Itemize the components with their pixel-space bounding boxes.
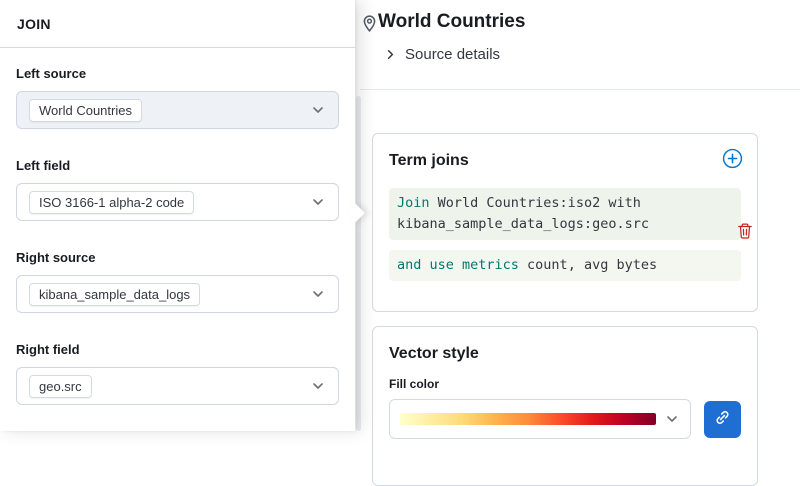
- right-field-combobox[interactable]: geo.src: [16, 367, 339, 405]
- join-form: Left source World Countries Left field I…: [0, 48, 355, 405]
- map-pin-icon: [360, 14, 379, 38]
- right-source-value: kibana_sample_data_logs: [29, 283, 200, 306]
- style-by-value-toggle-button[interactable]: [704, 401, 741, 438]
- source-details-toggle[interactable]: Source details: [383, 46, 500, 63]
- right-source-row: Right source kibana_sample_data_logs: [16, 250, 339, 313]
- right-field-value: geo.src: [29, 375, 92, 398]
- right-source-label: Right source: [16, 250, 339, 266]
- join-expression-line1: Join World Countries:iso2 with: [397, 193, 733, 214]
- metrics-text: count, avg bytes: [519, 257, 657, 273]
- fill-color-ramp-select[interactable]: [389, 399, 691, 439]
- scrollbar-track[interactable]: [356, 96, 361, 431]
- chevron-down-icon: [310, 102, 326, 118]
- join-popover-title: JOIN: [0, 0, 355, 48]
- vector-style-title: Vector style: [373, 327, 757, 365]
- right-field-row: Right field geo.src: [16, 342, 339, 405]
- chevron-down-icon: [310, 378, 326, 394]
- source-details-label: Source details: [405, 46, 500, 63]
- right-field-label: Right field: [16, 342, 339, 358]
- metrics-keyword: and use metrics: [397, 257, 519, 273]
- left-field-label: Left field: [16, 158, 339, 174]
- page-title: World Countries: [378, 11, 525, 33]
- join-expression[interactable]: Join World Countries:iso2 with kibana_sa…: [389, 188, 741, 240]
- fill-color-ramp: [400, 413, 656, 425]
- header-divider: [360, 89, 800, 90]
- fill-color-label: Fill color: [389, 377, 741, 391]
- vector-style-card: Vector style Fill color: [372, 326, 758, 486]
- link-icon: [714, 409, 731, 429]
- add-join-button[interactable]: [722, 148, 743, 169]
- chevron-down-icon: [664, 411, 680, 427]
- join-expression-text: World Countries:iso2 with: [430, 195, 641, 211]
- left-field-combobox[interactable]: ISO 3166-1 alpha-2 code: [16, 183, 339, 221]
- left-source-row: Left source World Countries: [16, 66, 339, 129]
- left-source-value: World Countries: [29, 99, 142, 122]
- left-source-combobox[interactable]: World Countries: [16, 91, 339, 129]
- term-joins-card: Term joins Join World Countries:iso2 wit…: [372, 133, 758, 312]
- delete-join-button[interactable]: [736, 222, 754, 243]
- left-field-row: Left field ISO 3166-1 alpha-2 code: [16, 158, 339, 221]
- left-source-label: Left source: [16, 66, 339, 82]
- join-expression-line2: kibana_sample_data_logs:geo.src: [397, 214, 733, 235]
- chevron-right-icon: [383, 47, 398, 62]
- join-keyword: Join: [397, 195, 430, 211]
- chevron-down-icon: [310, 194, 326, 210]
- chevron-down-icon: [310, 286, 326, 302]
- term-joins-title: Term joins: [373, 134, 757, 172]
- right-source-combobox[interactable]: kibana_sample_data_logs: [16, 275, 339, 313]
- left-field-value: ISO 3166-1 alpha-2 code: [29, 191, 194, 214]
- metrics-expression[interactable]: and use metrics count, avg bytes: [389, 250, 741, 281]
- fill-color-row: [389, 399, 741, 439]
- join-popover: JOIN Left source World Countries Left fi…: [0, 0, 355, 431]
